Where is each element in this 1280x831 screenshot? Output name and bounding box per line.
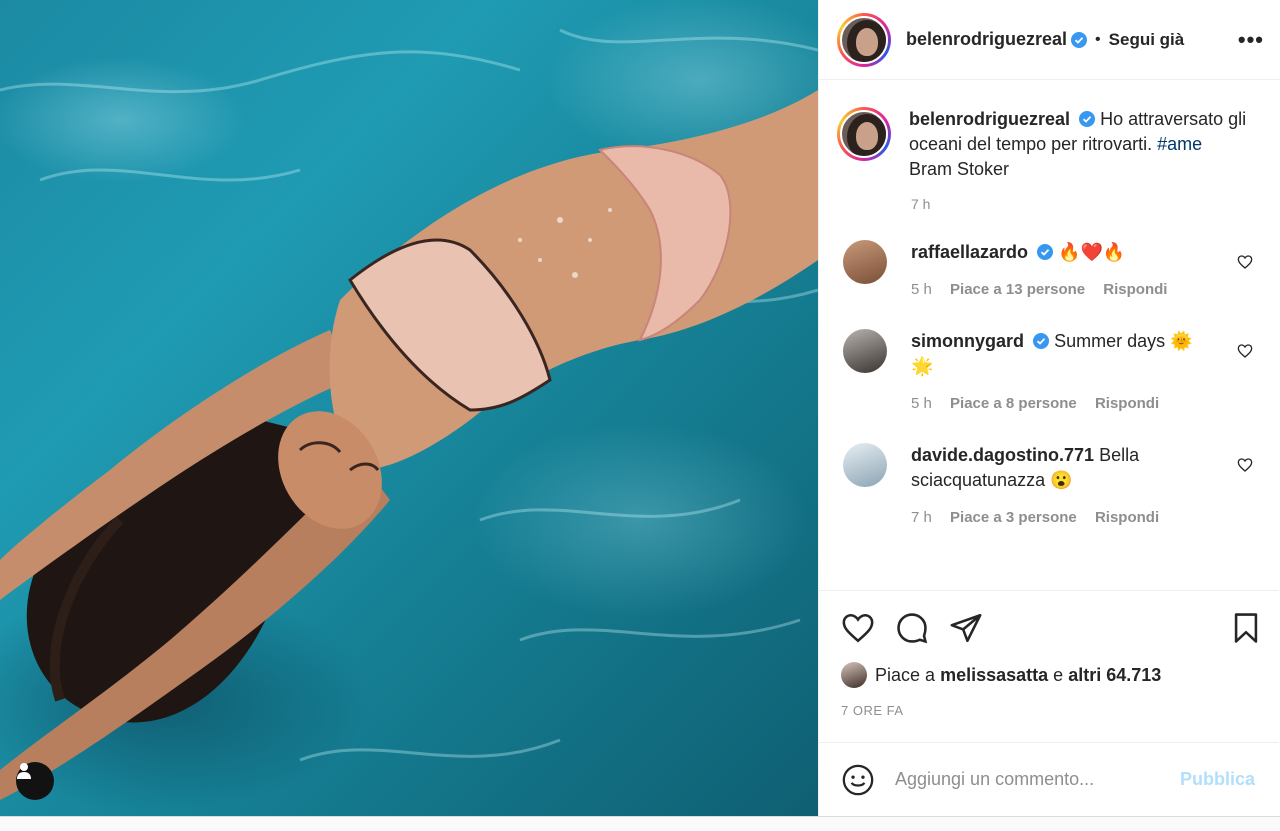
comment-text: 🔥❤️🔥 <box>1058 242 1126 262</box>
caption-hashtag[interactable]: #ame <box>1157 134 1202 154</box>
caption-username[interactable]: belenrodriguezreal <box>909 109 1070 129</box>
author-avatar[interactable] <box>837 12 891 67</box>
heart-icon[interactable] <box>841 611 875 645</box>
verified-icon <box>1071 31 1088 48</box>
comments-list[interactable]: belenrodriguezreal Ho attraversato gli o… <box>819 81 1279 589</box>
likes-conj: e <box>1053 664 1064 685</box>
comment-avatar[interactable] <box>843 443 887 487</box>
comment-like-icon[interactable] <box>1237 343 1253 359</box>
comment-username[interactable]: raffaellazardo <box>911 242 1028 262</box>
likes-summary: Piace a melissasatta e altri 64.713 <box>841 662 1263 688</box>
comment-item: davide.dagostino.771 Bella sciacquatunaz… <box>837 443 1263 529</box>
likes-others[interactable]: altri 64.713 <box>1068 665 1161 686</box>
following-button[interactable]: Segui già <box>1109 30 1185 50</box>
likes-prefix: Piace a <box>875 664 936 685</box>
comment-item: raffaellazardo 🔥❤️🔥 5 h Piace a 13 perso… <box>837 240 1263 301</box>
author-username[interactable]: belenrodriguezreal <box>906 29 1067 50</box>
post-panel: belenrodriguezreal • Segui già ••• belen… <box>818 0 1280 816</box>
reply-button[interactable]: Rispondi <box>1095 395 1159 412</box>
comment-like-icon[interactable] <box>1237 457 1253 473</box>
caption-time: 7 h <box>911 196 931 212</box>
comment-time: 5 h <box>911 395 932 412</box>
caption-avatar[interactable] <box>837 107 891 161</box>
comment-likes[interactable]: Piace a 13 persone <box>950 281 1085 298</box>
comment-likes[interactable]: Piace a 8 persone <box>950 395 1077 412</box>
comment-icon[interactable] <box>895 611 929 645</box>
comment-username[interactable]: simonnygard <box>911 331 1024 351</box>
comment-username[interactable]: davide.dagostino.771 <box>911 445 1094 465</box>
tagged-user-button[interactable] <box>16 762 54 800</box>
bookmark-icon[interactable] <box>1229 611 1263 645</box>
post-photo <box>0 0 818 816</box>
emoji-icon[interactable] <box>841 763 875 797</box>
post-caption: belenrodriguezreal Ho attraversato gli o… <box>837 107 1263 182</box>
verified-icon <box>1033 333 1050 349</box>
more-options-button[interactable]: ••• <box>1238 27 1264 53</box>
comment-time: 7 h <box>911 509 932 526</box>
publish-button[interactable]: Pubblica <box>1180 769 1255 790</box>
caption-text-after: Bram Stoker <box>909 159 1010 179</box>
user-icon <box>17 763 31 779</box>
photo-illustration <box>0 28 818 800</box>
liker-avatar[interactable] <box>841 662 867 688</box>
post-header: belenrodriguezreal • Segui già ••• <box>819 0 1280 80</box>
verified-icon <box>1037 244 1054 260</box>
verified-icon <box>1079 111 1096 127</box>
separator-dot: • <box>1095 30 1101 48</box>
add-comment-bar: Pubblica <box>819 742 1279 816</box>
comment-item: simonnygard Summer days 🌞🌟 5 h Piace a 8… <box>837 329 1263 415</box>
comment-likes[interactable]: Piace a 3 persone <box>950 509 1077 526</box>
liker-username[interactable]: melissasatta <box>940 665 1048 686</box>
share-icon[interactable] <box>949 611 983 645</box>
comment-avatar[interactable] <box>843 240 887 284</box>
reply-button[interactable]: Rispondi <box>1103 281 1167 298</box>
comment-avatar[interactable] <box>843 329 887 373</box>
page-bottom-strip <box>0 816 1280 831</box>
post-actions: Piace a melissasatta e altri 64.713 7 OR… <box>819 590 1279 740</box>
comment-input[interactable] <box>895 769 1145 790</box>
comment-like-icon[interactable] <box>1237 254 1253 270</box>
reply-button[interactable]: Rispondi <box>1095 509 1159 526</box>
post-time-ago: 7 ORE FA <box>841 703 904 718</box>
comment-time: 5 h <box>911 281 932 298</box>
